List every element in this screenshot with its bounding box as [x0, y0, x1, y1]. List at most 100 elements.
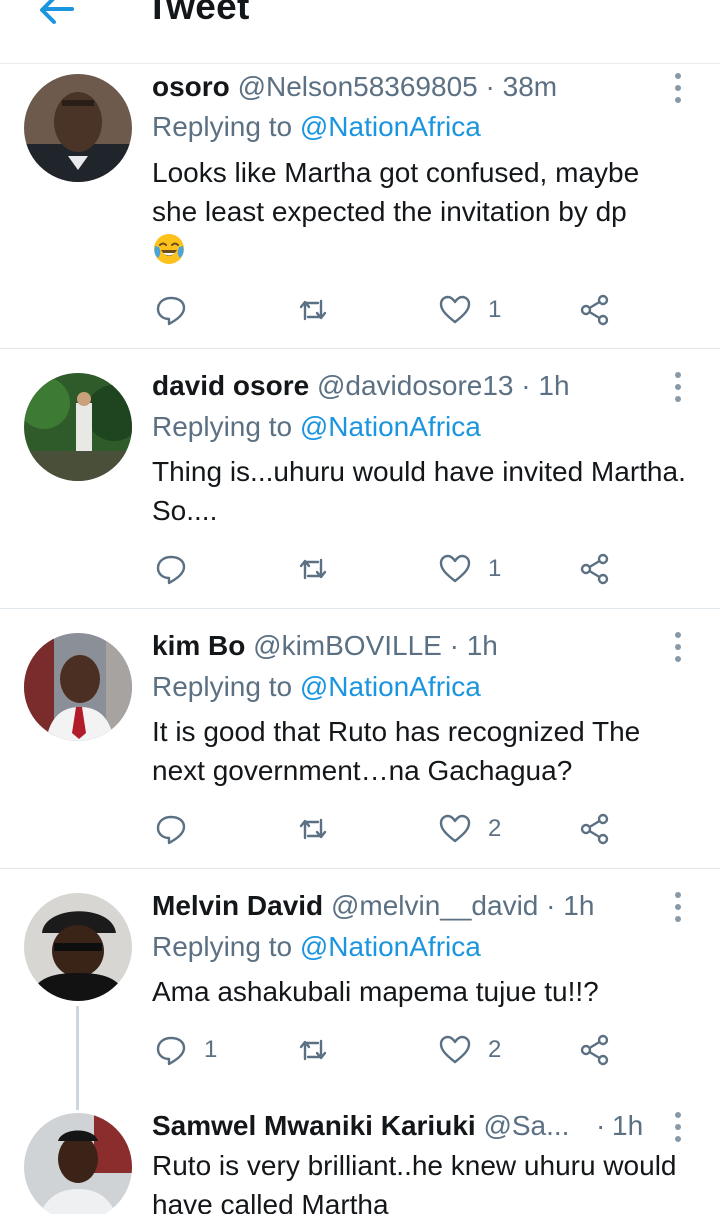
user-handle: @Nelson58369805	[237, 71, 478, 102]
share-icon	[580, 1034, 609, 1066]
heart-icon	[439, 554, 471, 583]
tears-of-joy-emoji-icon	[154, 234, 184, 264]
timestamp: 1h	[612, 1110, 644, 1141]
like-count: 2	[488, 815, 502, 842]
heart-icon	[439, 814, 471, 843]
thread-connector	[76, 1006, 79, 1110]
retweet-button[interactable]	[296, 549, 346, 589]
share-button[interactable]	[578, 549, 612, 589]
heart-icon	[439, 1035, 471, 1064]
separator-dot: ·	[521, 370, 531, 401]
mention-link[interactable]: @NationAfrica	[300, 411, 481, 442]
user-handle: @melvin__david	[330, 890, 539, 921]
share-icon	[580, 553, 609, 585]
display-name[interactable]: kim Bo	[152, 630, 245, 661]
display-name[interactable]: osoro	[152, 71, 230, 102]
retweet-icon	[299, 818, 327, 840]
like-button[interactable]: 2	[438, 1030, 501, 1070]
share-button[interactable]	[578, 290, 612, 330]
reply-tweet[interactable]: osoro @Nelson58369805 · 38m Replying to …	[0, 64, 720, 349]
user-handle: @Sa...	[483, 1110, 570, 1141]
retweet-button[interactable]	[296, 290, 346, 330]
more-options-button[interactable]	[666, 629, 690, 663]
mention-link[interactable]: @NationAfrica	[300, 931, 481, 962]
reply-tweet[interactable]: Samwel Mwaniki Kariuki @Sa... · 1h Ruto …	[0, 1097, 720, 1214]
timestamp: 38m	[502, 71, 558, 102]
more-options-button[interactable]	[666, 369, 690, 403]
reply-count: 1	[204, 1036, 218, 1063]
more-dots-icon	[675, 372, 681, 378]
like-count: 2	[488, 1036, 502, 1063]
avatar[interactable]	[24, 74, 132, 182]
reply-tweet[interactable]: Melvin David @melvin__david · 1h Replyin…	[0, 869, 720, 1097]
timestamp: 1h	[538, 370, 570, 401]
reply-icon	[156, 555, 186, 585]
reply-button[interactable]	[154, 809, 204, 849]
like-button[interactable]: 1	[438, 290, 501, 330]
reply-button[interactable]	[154, 290, 204, 330]
like-button[interactable]: 2	[438, 809, 501, 849]
back-button[interactable]	[32, 0, 80, 34]
mention-link[interactable]: @NationAfrica	[300, 671, 481, 702]
timestamp: 1h	[466, 630, 498, 661]
timestamp: 1h	[563, 890, 595, 921]
tweet-text: Thing is...uhuru would have invited Mart…	[152, 456, 686, 526]
display-name[interactable]: Samwel Mwaniki Kariuki	[152, 1110, 476, 1141]
reply-icon	[156, 1036, 186, 1066]
retweet-button[interactable]	[296, 1030, 346, 1070]
retweet-icon	[299, 558, 327, 580]
like-count: 1	[488, 555, 502, 582]
retweet-icon	[299, 299, 327, 321]
user-handle: @kimBOVILLE	[253, 630, 442, 661]
tweet-actions: 1	[152, 290, 632, 330]
reply-tweet[interactable]: david osore @davidosore13 · 1h Replying …	[0, 349, 720, 609]
tweet-text: Looks like Martha got confused, maybe sh…	[152, 153, 692, 270]
tweet-text: Ruto is very brilliant..he knew uhuru wo…	[152, 1150, 677, 1214]
like-count: 1	[488, 296, 502, 323]
more-dots-icon	[675, 632, 681, 638]
tweet-actions: 2	[152, 809, 632, 849]
tweet-actions: 1 2	[152, 1030, 632, 1070]
reply-icon	[156, 815, 186, 845]
more-dots-icon	[675, 1112, 681, 1118]
arrow-left-icon	[40, 0, 74, 24]
separator-dot: ·	[449, 630, 459, 661]
share-icon	[580, 294, 609, 326]
separator-dot: ·	[485, 71, 495, 102]
separator-dot: ·	[596, 1110, 606, 1141]
like-button[interactable]: 1	[438, 549, 501, 589]
top-bar: Tweet	[0, 0, 720, 64]
reply-button[interactable]: 1	[154, 1030, 217, 1070]
avatar[interactable]	[24, 893, 132, 1001]
heart-icon	[439, 295, 471, 324]
more-options-button[interactable]	[666, 889, 690, 923]
more-dots-icon	[675, 73, 681, 79]
replying-to: Replying to @NationAfrica	[152, 931, 481, 962]
avatar[interactable]	[24, 373, 132, 481]
share-button[interactable]	[578, 809, 612, 849]
avatar[interactable]	[24, 1113, 132, 1214]
tweet-text: Ama ashakubali mapema tujue tu!!?	[152, 976, 599, 1007]
share-icon	[580, 813, 609, 845]
replying-to: Replying to @NationAfrica	[152, 411, 481, 442]
more-options-button[interactable]	[666, 70, 690, 104]
display-name[interactable]: david osore	[152, 370, 309, 401]
tweet-actions: 1	[152, 549, 632, 589]
page-title: Tweet	[146, 0, 250, 27]
more-options-button[interactable]	[666, 1109, 690, 1143]
retweet-icon	[299, 1039, 327, 1061]
avatar[interactable]	[24, 633, 132, 741]
more-dots-icon	[675, 892, 681, 898]
retweet-button[interactable]	[296, 809, 346, 849]
mention-link[interactable]: @NationAfrica	[300, 111, 481, 142]
tweet-text: It is good that Ruto has recognized The …	[152, 716, 641, 786]
replying-to: Replying to @NationAfrica	[152, 111, 481, 142]
share-button[interactable]	[578, 1030, 612, 1070]
display-name[interactable]: Melvin David	[152, 890, 323, 921]
reply-icon	[156, 296, 186, 326]
user-handle: @davidosore13	[316, 370, 514, 401]
reply-button[interactable]	[154, 549, 204, 589]
replying-to: Replying to @NationAfrica	[152, 671, 481, 702]
separator-dot: ·	[546, 890, 556, 921]
reply-tweet[interactable]: kim Bo @kimBOVILLE · 1h Replying to @Nat…	[0, 609, 720, 869]
